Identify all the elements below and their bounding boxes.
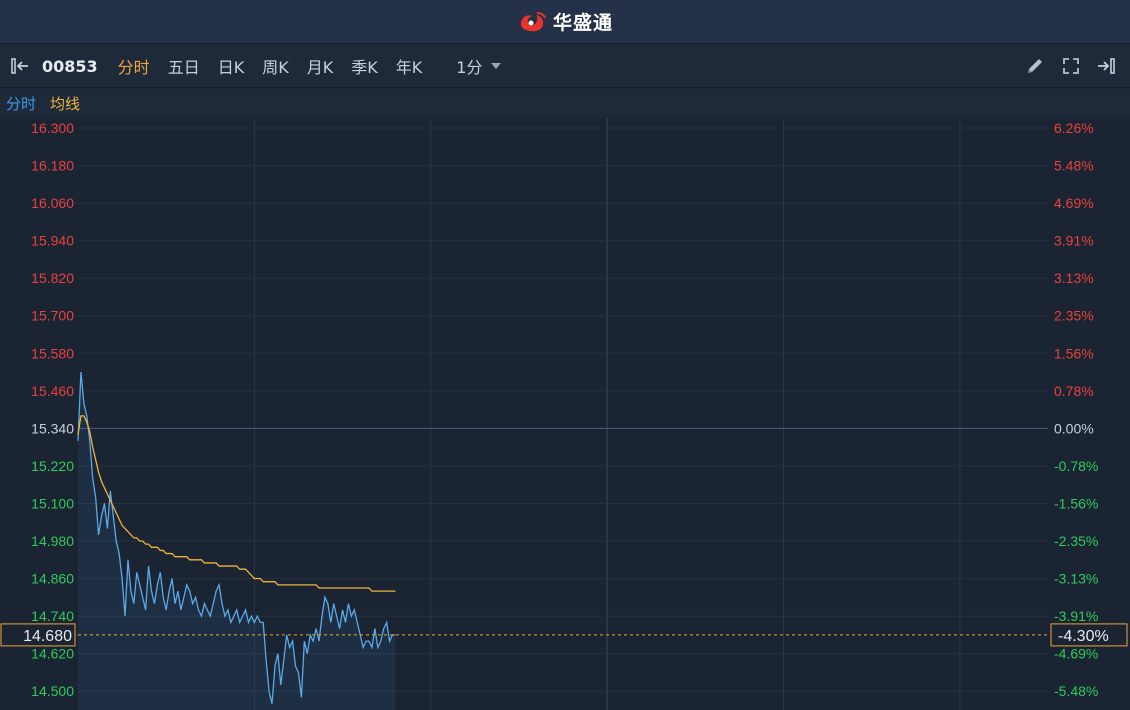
price-tick-label: 15.700: [31, 308, 74, 324]
brand-logo-icon: [520, 11, 546, 31]
price-tick-label: 14.500: [31, 683, 74, 699]
percent-tick-label: -0.78%: [1054, 458, 1098, 474]
tab-quarterly-k[interactable]: 季K: [351, 54, 378, 78]
legend-average-line: 均线: [50, 94, 81, 113]
chart-svg[interactable]: 16.300 16.180 16.060 15.940 15.820 15.700 15.5…: [0, 118, 1130, 710]
price-tick-label: 16.060: [31, 195, 74, 211]
percent-tick-label: 0.78%: [1054, 383, 1094, 399]
legend-bar: 分时 均线: [0, 89, 1130, 117]
percent-tick-label: -2.35%: [1054, 533, 1098, 549]
price-tick-label: 15.340: [31, 420, 74, 436]
tab-intraday[interactable]: 分时: [118, 54, 150, 78]
price-tick-label: 14.740: [31, 608, 74, 624]
price-tick-label: 14.860: [31, 571, 74, 587]
price-tick-label: 14.980: [31, 533, 74, 549]
current-price-label: 14.680: [23, 628, 72, 645]
percent-tick-label: 3.91%: [1054, 233, 1094, 249]
fullscreen-icon[interactable]: [1058, 53, 1084, 79]
price-tick-label: 15.940: [31, 233, 74, 249]
percent-tick-label: -4.69%: [1054, 646, 1098, 662]
brand-name: 华盛通: [552, 12, 613, 34]
legend-price-line: 分时: [6, 94, 37, 113]
percent-tick-label: -1.56%: [1054, 495, 1098, 511]
collapse-sidebar-icon[interactable]: [8, 53, 34, 79]
chart-toolbar: 00853 分时 五日 日K 周K 月K 季K 年K 1分: [0, 45, 1130, 88]
percent-tick-label: 2.35%: [1054, 308, 1094, 324]
chevron-down-icon: [491, 63, 502, 69]
percent-tick-label: 5.48%: [1054, 158, 1094, 174]
current-percent-label: -4.30%: [1058, 628, 1109, 645]
intraday-chart[interactable]: 16.300 16.180 16.060 15.940 15.820 15.700 15.5…: [0, 118, 1130, 710]
price-tick-label: 16.300: [31, 120, 74, 136]
price-tick-label: 15.100: [31, 495, 74, 511]
interval-dropdown[interactable]: 1分: [456, 54, 502, 78]
price-tick-label: 15.460: [31, 383, 74, 399]
percent-tick-label: 0.00%: [1054, 420, 1094, 436]
brand: 华盛通: [517, 8, 613, 35]
tab-daily-k[interactable]: 日K: [218, 54, 245, 78]
price-tick-label: 16.180: [31, 158, 74, 174]
percent-tick-label: 3.13%: [1054, 270, 1094, 286]
expand-panel-icon[interactable]: [1094, 53, 1120, 79]
tab-monthly-k[interactable]: 月K: [307, 54, 334, 78]
pencil-icon[interactable]: [1022, 53, 1048, 79]
price-tick-label: 14.620: [31, 646, 74, 662]
title-bar: 华盛通: [0, 0, 1130, 44]
price-tick-label: 15.220: [31, 458, 74, 474]
tab-weekly-k[interactable]: 周K: [262, 54, 289, 78]
percent-tick-label: 1.56%: [1054, 345, 1094, 361]
percent-tick-label: -5.48%: [1054, 683, 1098, 699]
percent-tick-label: 4.69%: [1054, 195, 1094, 211]
percent-tick-label: -3.91%: [1054, 608, 1098, 624]
percent-tick-label: -3.13%: [1054, 571, 1098, 587]
interval-label: 1分: [456, 58, 483, 77]
stock-code[interactable]: 00853: [42, 57, 98, 76]
price-tick-label: 15.580: [31, 345, 74, 361]
percent-tick-label: 6.26%: [1054, 120, 1094, 136]
price-tick-label: 15.820: [31, 270, 74, 286]
tab-yearly-k[interactable]: 年K: [396, 54, 423, 78]
tab-five-day[interactable]: 五日: [168, 54, 200, 78]
